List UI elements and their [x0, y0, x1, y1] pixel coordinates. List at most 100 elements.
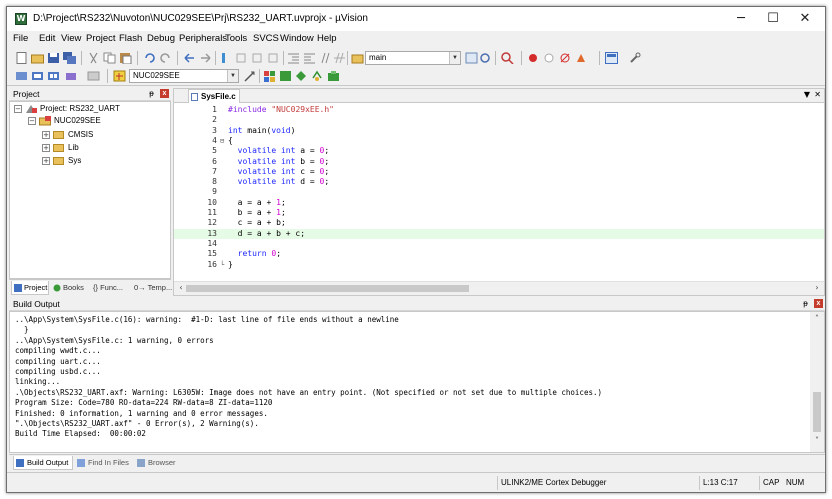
navigate-back-icon[interactable]	[183, 52, 196, 64]
code-line[interactable]: 2	[174, 115, 824, 125]
target-options-icon[interactable]	[113, 70, 126, 82]
save-all-icon[interactable]	[63, 52, 76, 64]
paste-icon[interactable]	[119, 52, 132, 64]
incremental-find-icon[interactable]	[479, 52, 492, 64]
menu-peripherals[interactable]: Peripherals	[179, 33, 227, 44]
find-icon[interactable]	[465, 52, 478, 64]
tab-list-icon[interactable]: ▼	[804, 90, 810, 99]
menu-flash[interactable]: Flash	[119, 33, 142, 44]
code-line[interactable]: 11 b = a + 1;	[174, 208, 824, 218]
debug-session-icon[interactable]	[501, 52, 514, 64]
menu-edit[interactable]: Edit	[39, 33, 55, 44]
expand-icon[interactable]: +	[42, 144, 50, 152]
code-line[interactable]: 6 volatile int b = 0;	[174, 157, 824, 167]
target-select[interactable]: NUC029SEE ▼	[129, 69, 239, 83]
scrollbar-thumb[interactable]	[186, 285, 469, 292]
indent-icon[interactable]	[287, 52, 300, 64]
tab-browser[interactable]: Browser	[135, 456, 181, 470]
collapse-icon[interactable]: −	[28, 117, 36, 125]
manage-project-items-icon[interactable]	[263, 70, 276, 82]
tab-project[interactable]: Project	[11, 281, 49, 295]
options-for-target-icon[interactable]	[243, 70, 256, 82]
code-text-area[interactable]: 1 #include "NUC029xEE.h" 2 3 int main(void) 4…	[174, 104, 824, 280]
menu-svcs[interactable]: SVCS	[253, 33, 279, 44]
tree-group-sys[interactable]: Sys	[68, 155, 81, 167]
uncomment-icon[interactable]	[333, 52, 346, 64]
code-line[interactable]: 5 volatile int a = 0;	[174, 146, 824, 156]
tree-group-cmsis[interactable]: CMSIS	[68, 129, 93, 141]
scroll-left-icon[interactable]: ‹	[176, 283, 186, 293]
tab-books[interactable]: Books	[51, 281, 89, 295]
code-line[interactable]: 16 └}	[174, 260, 824, 270]
file-extensions-icon[interactable]	[279, 70, 292, 82]
scroll-up-icon[interactable]: ˄	[812, 314, 822, 324]
clear-breakpoints-icon[interactable]	[559, 52, 572, 64]
configure-icon[interactable]	[575, 52, 588, 64]
unindent-icon[interactable]	[303, 52, 316, 64]
navigate-forward-icon[interactable]	[199, 52, 212, 64]
vertical-scrollbar[interactable]: ˄ ˅	[810, 312, 824, 452]
find-combo[interactable]: main ▼	[365, 51, 461, 65]
redo-icon[interactable]	[159, 52, 172, 64]
insert-bookmark-icon[interactable]	[219, 52, 232, 64]
code-line[interactable]: 4 ⊟{	[174, 136, 824, 146]
menu-view[interactable]: View	[61, 33, 81, 44]
rebuild-icon[interactable]	[47, 70, 60, 82]
build-output-pane[interactable]: ..\App\System\SysFile.c(16): warning: #1…	[9, 311, 825, 453]
prev-bookmark-icon[interactable]	[235, 52, 248, 64]
tree-target[interactable]: NUC029SEE	[54, 115, 101, 127]
fold-marker-icon[interactable]: ⊟	[220, 136, 228, 146]
code-line[interactable]: 8 volatile int d = 0;	[174, 177, 824, 187]
menu-project[interactable]: Project	[86, 33, 116, 44]
tree-project-root[interactable]: Project: RS232_UART	[40, 103, 120, 115]
code-line[interactable]: 15 return 0;	[174, 249, 824, 259]
window-layout-icon[interactable]	[605, 52, 618, 64]
tree-group-lib[interactable]: Lib	[68, 142, 79, 154]
close-icon[interactable]: x	[814, 299, 823, 308]
code-line[interactable]: 10 a = a + 1;	[174, 198, 824, 208]
tab-functions[interactable]: {} Func...	[89, 281, 129, 295]
menu-file[interactable]: File	[13, 33, 28, 44]
comment-icon[interactable]	[319, 52, 332, 64]
manage-rte-icon[interactable]	[295, 70, 308, 82]
close-tab-icon[interactable]: ✕	[814, 90, 821, 99]
close-button[interactable]: ✕	[789, 7, 821, 31]
code-line[interactable]: 9	[174, 187, 824, 197]
copy-icon[interactable]	[103, 52, 116, 64]
tab-build-output[interactable]: Build Output	[13, 456, 73, 470]
next-bookmark-icon[interactable]	[251, 52, 264, 64]
close-icon[interactable]: x	[160, 89, 169, 98]
pack-installer-icon[interactable]	[327, 70, 340, 82]
tab-find-in-files[interactable]: Find In Files	[75, 456, 135, 470]
save-icon[interactable]	[47, 52, 60, 64]
fold-marker-icon[interactable]: └	[220, 260, 228, 270]
cut-icon[interactable]	[87, 52, 100, 64]
disable-breakpoint-icon[interactable]	[543, 52, 556, 64]
translate-icon[interactable]	[15, 70, 28, 82]
chevron-down-icon[interactable]: ▼	[449, 52, 460, 64]
code-line[interactable]: 3 int main(void)	[174, 126, 824, 136]
minimize-button[interactable]: ─	[725, 7, 757, 31]
new-file-icon[interactable]	[15, 52, 28, 64]
code-line[interactable]: 12 c = a + b;	[174, 218, 824, 228]
wrench-icon[interactable]	[629, 52, 642, 64]
expand-icon[interactable]: +	[42, 131, 50, 139]
pin-icon[interactable]: ᵽ	[801, 299, 810, 308]
tab-templates[interactable]: 0→ Temp...	[130, 281, 172, 295]
tab-sysfile-c[interactable]: SysFile.c	[188, 89, 240, 103]
menu-help[interactable]: Help	[317, 33, 337, 44]
download-icon[interactable]	[65, 70, 78, 82]
scrollbar-thumb[interactable]	[813, 392, 821, 432]
find-in-files-icon[interactable]	[351, 52, 364, 64]
code-line[interactable]: 7 volatile int c = 0;	[174, 167, 824, 177]
chevron-down-icon[interactable]: ▼	[227, 70, 238, 82]
menu-tools[interactable]: Tools	[225, 33, 247, 44]
undo-icon[interactable]	[143, 52, 156, 64]
menu-debug[interactable]: Debug	[147, 33, 175, 44]
stop-build-icon[interactable]	[87, 70, 100, 82]
maximize-button[interactable]: ☐	[757, 7, 789, 31]
code-line[interactable]: 14	[174, 239, 824, 249]
clear-bookmarks-icon[interactable]	[267, 52, 280, 64]
pin-icon[interactable]: ᵽ	[147, 89, 156, 98]
scroll-right-icon[interactable]: ›	[812, 283, 822, 293]
